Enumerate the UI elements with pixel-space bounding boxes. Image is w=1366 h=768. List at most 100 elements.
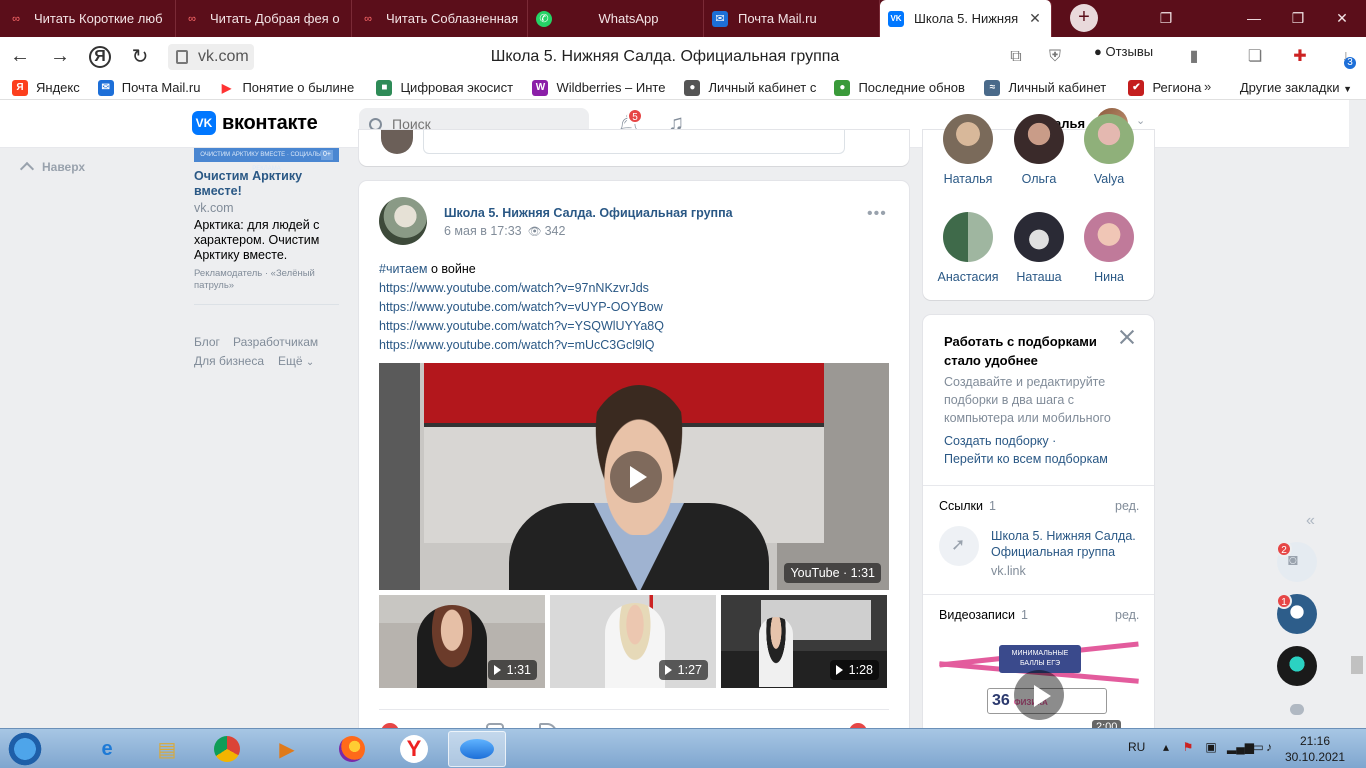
more-options-icon[interactable]: ••• [867, 205, 887, 223]
taskbar-yandex-browser-active[interactable] [448, 731, 506, 767]
browser-tab-3[interactable]: ∞ Читать Соблазненная [352, 0, 528, 37]
bookmark-cabinet-1[interactable]: ● Личный кабинет с [684, 79, 816, 96]
collapse-panel-icon[interactable]: « [1306, 512, 1315, 530]
copy-icon[interactable]: ⧉ [1004, 45, 1028, 69]
post-hashtag[interactable]: #читаем [379, 262, 428, 276]
new-tab-button[interactable]: + [1070, 4, 1098, 32]
extension-icon[interactable]: ✚ [1288, 45, 1312, 69]
vk-logo[interactable]: VK вконтакте [192, 111, 318, 135]
scrollbar[interactable] [1349, 100, 1366, 728]
video-thumbnail[interactable]: МИНИМАЛЬНЫЕ БАЛЛЫ ЕГЭ 36 ФИЗИКА 2:00 [939, 640, 1139, 735]
footer-link-blog[interactable]: Блог [194, 335, 220, 349]
friend-item[interactable]: Наталья [933, 114, 1003, 186]
footer-more-label: Ещё [278, 354, 303, 368]
minimize-icon[interactable]: — [1232, 0, 1276, 37]
video-thumbnail-1[interactable]: 1:31 [379, 595, 545, 688]
links-section-count: 1 [989, 499, 996, 513]
restore-icon[interactable]: ❒ [1276, 0, 1320, 37]
ad-title[interactable]: Очистим Арктику вместе! [194, 169, 339, 199]
video-thumbnail-3[interactable]: 1:28 [721, 595, 887, 688]
browser-tab-2[interactable]: ∞ Читать Добрая фея о [176, 0, 352, 37]
video-score-number: 36 [992, 692, 1010, 709]
protect-icon[interactable]: ⛨ [1043, 45, 1067, 69]
footer-link-developers[interactable]: Разработчикам [233, 335, 318, 349]
taskbar-chrome-icon[interactable] [200, 731, 254, 767]
play-icon[interactable] [1014, 670, 1064, 720]
close-window-icon[interactable]: ✕ [1320, 0, 1364, 37]
video-duration: 1:28 [848, 663, 873, 677]
browser-tab-4[interactable]: ✆ WhatsApp [528, 0, 704, 37]
bookmark-ecosystem[interactable]: ■ Цифровая экосист [376, 79, 514, 96]
post-date[interactable]: 6 мая в 17:33 [444, 224, 522, 238]
bookmark-region[interactable]: ✔ Региона [1128, 79, 1204, 96]
start-button[interactable] [5, 731, 45, 767]
scrollbar-thumb[interactable] [1351, 656, 1363, 674]
back-button[interactable]: ← [0, 37, 40, 76]
play-icon[interactable] [610, 451, 662, 503]
browser-tab-6-active[interactable]: VK Школа 5. Нижняя С ✕ [880, 0, 1052, 37]
other-bookmarks-button[interactable]: Другие закладки ▼ [1240, 80, 1352, 95]
link-icon[interactable] [939, 526, 979, 566]
bookmark-mail[interactable]: ✉ Почта Mail.ru [97, 79, 200, 96]
tabs-manager-icon[interactable]: ❐ [1144, 0, 1188, 37]
forward-button[interactable]: → [40, 37, 80, 76]
reload-button[interactable]: ↻ [120, 37, 160, 76]
new-post-input[interactable] [423, 130, 845, 154]
taskbar-explorer-icon[interactable]: ▤ [140, 731, 194, 767]
bookmark-bylina[interactable]: ▶ Понятие о былине [218, 79, 358, 96]
footer-link-more[interactable]: Ещё ⌄ [278, 354, 314, 368]
browser-tab-1[interactable]: ∞ Читать Короткие люб [0, 0, 176, 37]
videos-section-header[interactable]: Видеозаписи 1 [939, 608, 1028, 622]
tray-volume-icon[interactable]: ♪ [1266, 740, 1272, 754]
all-collections-link[interactable]: Перейти ко всем подборкам [944, 452, 1108, 466]
post-link-2[interactable]: https://www.youtube.com/watch?v=vUYP-OOY… [379, 298, 889, 317]
close-icon[interactable] [1119, 329, 1135, 345]
tray-device-icon[interactable]: ▣ [1203, 740, 1219, 756]
main-video-player[interactable]: YouTube · 1:31 [379, 363, 889, 590]
avatar[interactable] [1277, 646, 1317, 686]
ad-banner-image[interactable]: ОЧИСТИМ АРКТИКУ ВМЕСТЕ · СОЦИАЛЬНАЯ РЕКЛ… [194, 148, 339, 172]
links-section-header[interactable]: Ссылки 1 [939, 499, 996, 513]
bookmark-yandex[interactable]: Я Яндекс [12, 79, 80, 96]
post-link-4[interactable]: https://www.youtube.com/watch?v=mUcC3Gcl… [379, 336, 889, 355]
url-field[interactable]: vk.com [168, 43, 254, 70]
bookmark-icon[interactable]: ▮ [1182, 45, 1206, 69]
tray-signal-icon[interactable]: ▂▄▆ [1227, 740, 1254, 756]
link-title[interactable]: Школа 5. Нижняя Салда. Официальная групп… [991, 528, 1146, 560]
tray-flag-icon[interactable]: ⚑ [1180, 740, 1196, 756]
avatar [381, 130, 413, 154]
bookmark-updates[interactable]: ● Последние обнов [834, 79, 966, 96]
collections-icon[interactable]: ❏ [1243, 45, 1267, 69]
scroll-to-top-button[interactable]: Наверх [19, 160, 85, 177]
videos-edit-button[interactable]: ред. [1115, 608, 1139, 622]
links-edit-button[interactable]: ред. [1115, 499, 1139, 513]
friend-item[interactable]: Valya [1074, 114, 1144, 186]
friend-item[interactable]: Анастасия [933, 212, 1003, 284]
taskbar-firefox-icon[interactable] [325, 731, 379, 767]
reviews-button[interactable]: ● Отзывы [1094, 44, 1153, 59]
video-thumbnail-2[interactable]: 1:27 [550, 595, 716, 688]
taskbar-clock[interactable]: 21:16 30.10.2021 [1282, 733, 1348, 765]
friend-item[interactable]: Нина [1074, 212, 1144, 284]
chat-icon[interactable] [1290, 704, 1304, 715]
tray-arrow-icon[interactable]: ▴ [1158, 740, 1174, 756]
taskbar-yandex-icon[interactable]: Y [387, 731, 441, 767]
post-link-1[interactable]: https://www.youtube.com/watch?v=97nNKzvr… [379, 279, 889, 298]
friend-item[interactable]: Наташа [1004, 212, 1074, 284]
create-collection-link[interactable]: Создать подборку · [944, 434, 1056, 448]
browser-tab-5[interactable]: ✉ Почта Mail.ru [704, 0, 880, 37]
tray-battery-icon[interactable]: ▭ [1250, 740, 1266, 756]
more-bookmarks-icon[interactable]: » [1204, 79, 1211, 94]
bookmark-wildberries[interactable]: W Wildberries – Инте [532, 79, 666, 96]
language-indicator[interactable]: RU [1128, 740, 1145, 754]
post-link-3[interactable]: https://www.youtube.com/watch?v=YSQWlUYY… [379, 317, 889, 336]
taskbar-media-icon[interactable]: ▶ [260, 731, 314, 767]
post-author-avatar[interactable] [379, 197, 427, 245]
friend-item[interactable]: Ольга [1004, 114, 1074, 186]
footer-link-business[interactable]: Для бизнеса [194, 354, 264, 368]
bookmark-cabinet-2[interactable]: ≈ Личный кабинет [984, 79, 1110, 96]
close-tab-icon[interactable]: ✕ [1027, 10, 1043, 27]
taskbar-ie-icon[interactable]: e [80, 731, 134, 767]
yandex-home-button[interactable]: Я [80, 37, 120, 76]
post-author-name[interactable]: Школа 5. Нижняя Салда. Официальная групп… [444, 206, 733, 220]
